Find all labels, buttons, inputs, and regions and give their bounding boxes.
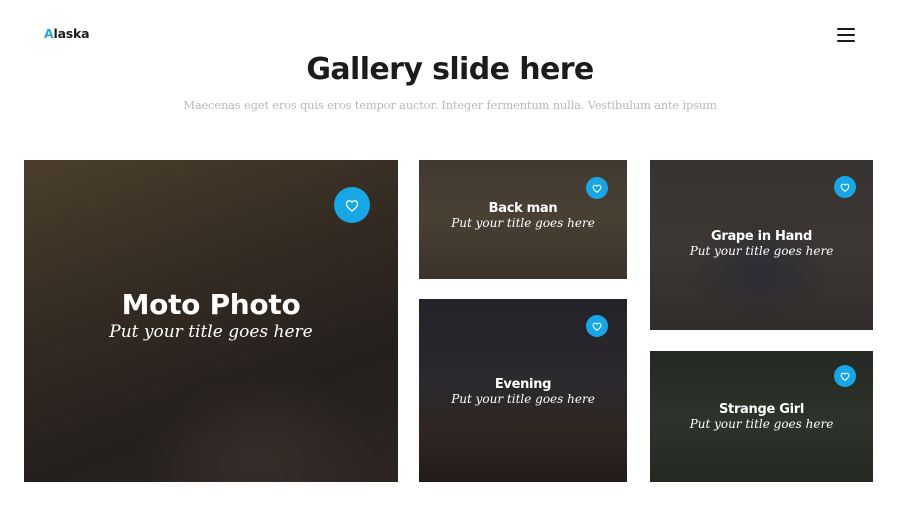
heart-icon[interactable] (586, 315, 608, 337)
card-subtitle: Put your title goes here (451, 216, 595, 230)
gallery-card-strange-girl[interactable]: Strange Girl Put your title goes here (650, 351, 873, 482)
brand-logo-text: laska (53, 26, 90, 41)
card-subtitle: Put your title goes here (689, 244, 834, 258)
card-title: Moto Photo (121, 288, 301, 321)
card-title: Strange Girl (718, 402, 805, 417)
gallery-card-back-man[interactable]: Back man Put your title goes here (419, 160, 627, 279)
card-title: Back man (488, 201, 558, 216)
hamburger-icon[interactable] (836, 26, 856, 43)
heart-icon[interactable] (834, 365, 856, 387)
brand-logo[interactable]: Alaska (44, 26, 90, 41)
page-subtitle: Maecenas eget eros quis eros tempor auct… (183, 98, 717, 112)
gallery-card-moto-photo[interactable]: Moto Photo Put your title goes here (24, 160, 398, 482)
menu-bar (837, 40, 855, 42)
card-title: Evening (494, 377, 552, 392)
card-subtitle: Put your title goes here (451, 392, 595, 406)
gallery-card-grape-in-hand[interactable]: Grape in Hand Put your title goes here (650, 160, 873, 330)
heart-icon[interactable] (834, 176, 856, 198)
menu-bar (837, 34, 855, 36)
menu-bar (837, 28, 855, 30)
page-title: Gallery slide here (306, 52, 594, 87)
heart-icon[interactable] (334, 187, 370, 223)
card-title: Grape in Hand (710, 229, 813, 244)
card-subtitle: Put your title goes here (689, 417, 834, 431)
heart-icon[interactable] (586, 177, 608, 199)
card-subtitle: Put your title goes here (109, 322, 313, 342)
gallery-card-evening[interactable]: Evening Put your title goes here (419, 299, 627, 482)
